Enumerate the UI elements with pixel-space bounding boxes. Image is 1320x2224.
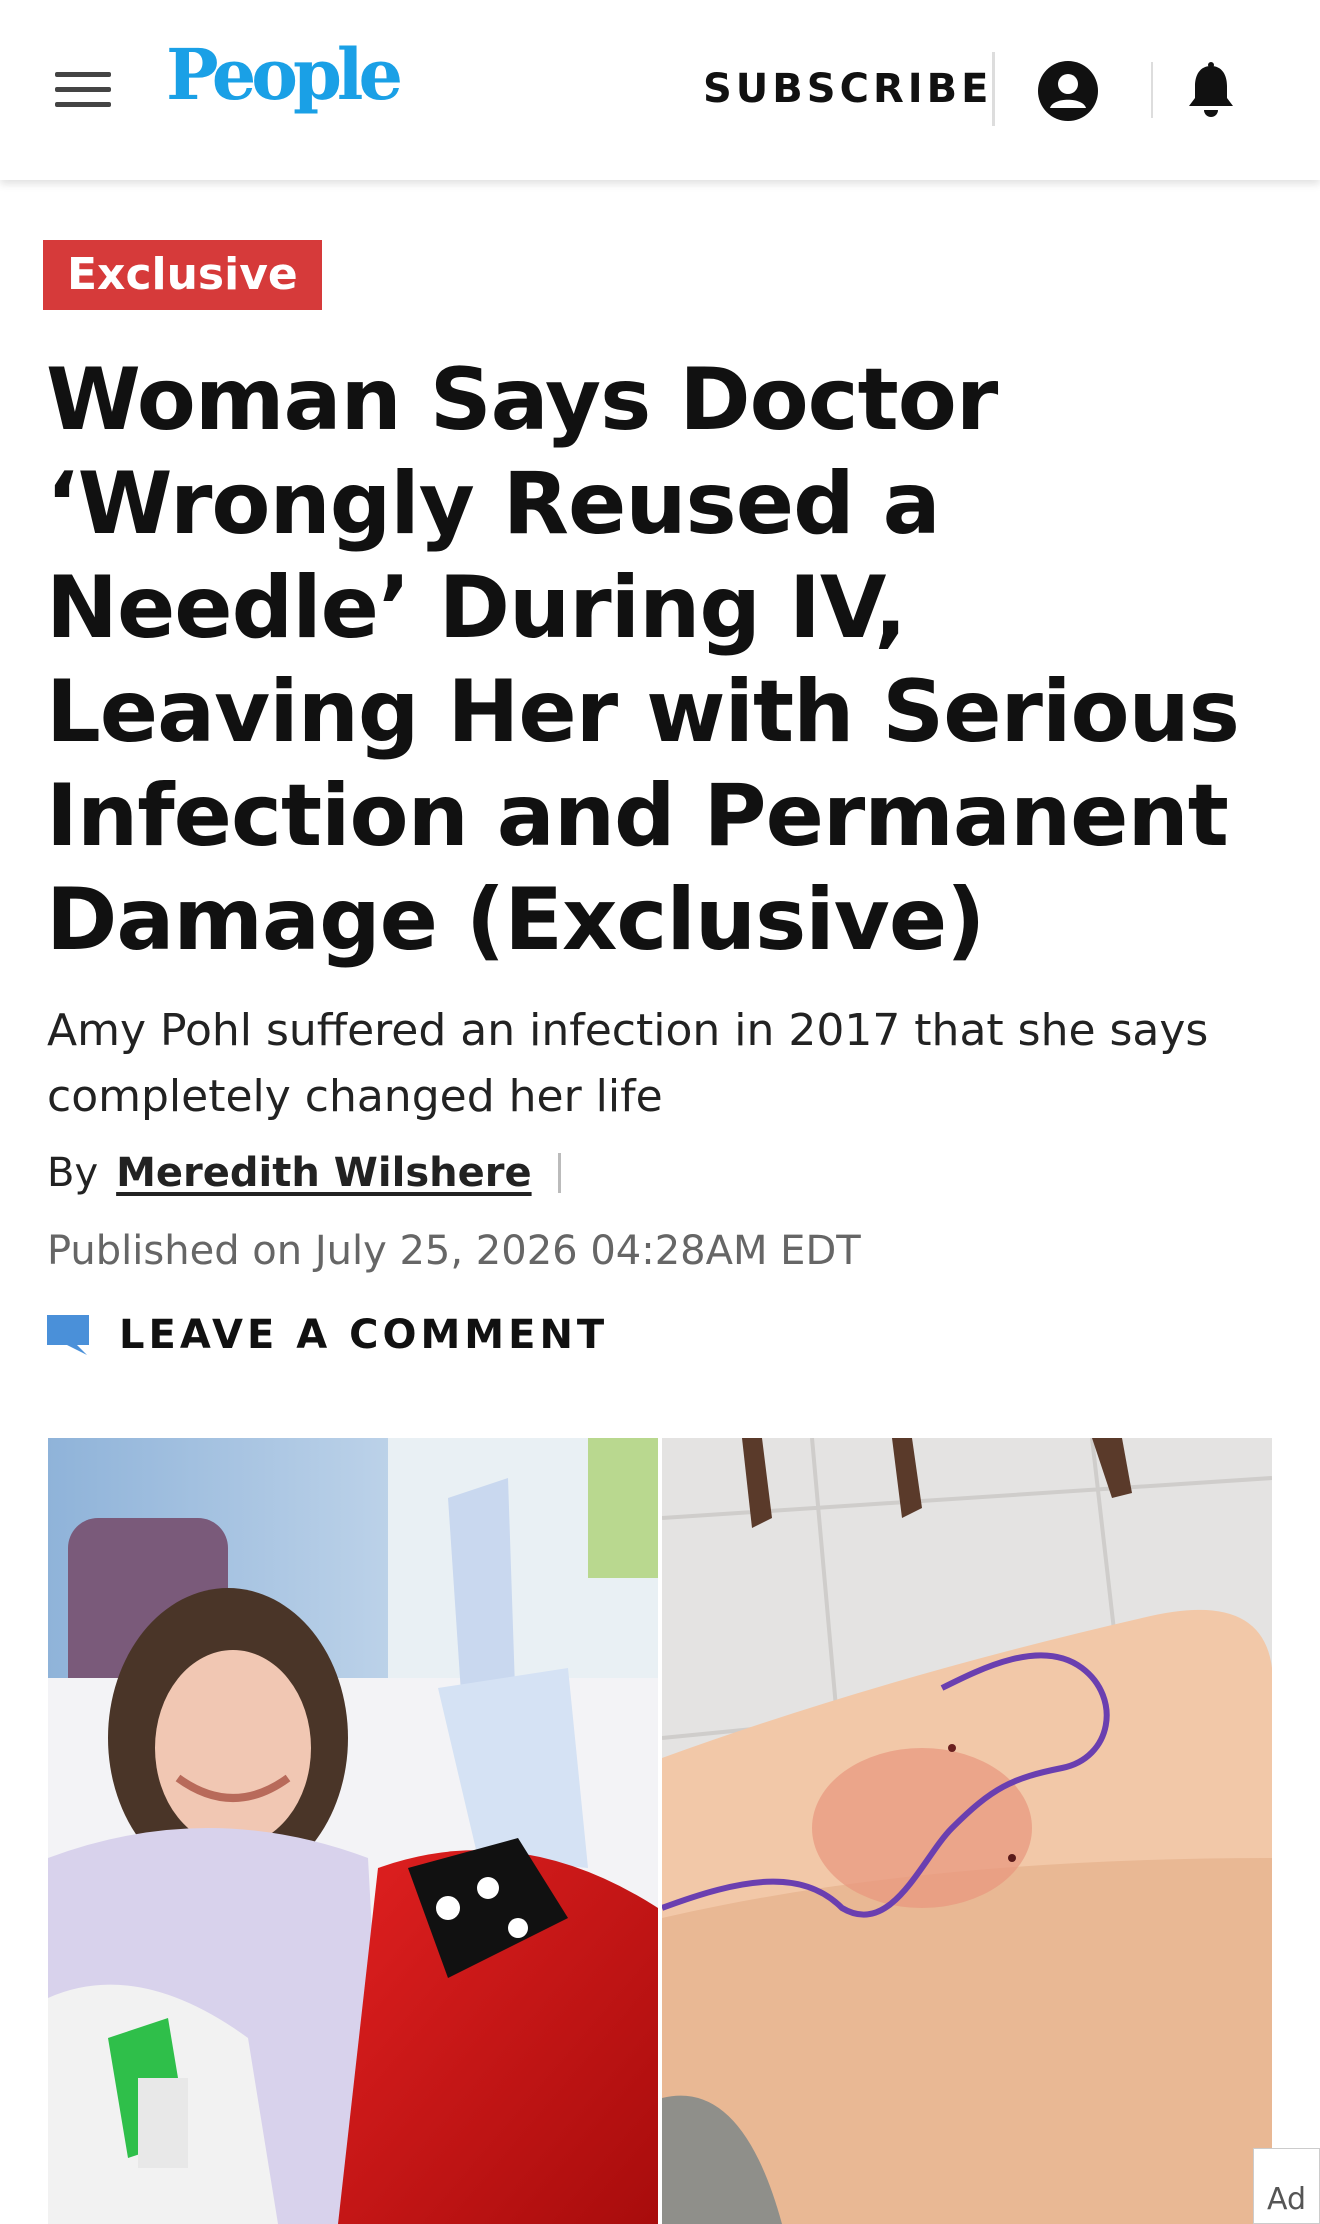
infected-hand-photo (662, 1438, 1272, 2224)
article-headline: Woman Says Doctor ‘Wrongly Reused a Need… (46, 350, 1240, 970)
bell-icon[interactable] (1185, 62, 1237, 120)
byline-divider (557, 1153, 561, 1193)
exclusive-badge[interactable]: Exclusive (43, 240, 322, 310)
subscribe-button[interactable]: SUBSCRIBE (703, 66, 992, 112)
header-divider (1151, 62, 1153, 118)
author-link[interactable]: Meredith Wilshere (116, 1150, 531, 1196)
hospital-bed-photo (48, 1438, 658, 2224)
header-divider (992, 52, 995, 126)
article-subhead: Amy Pohl suffered an infection in 2017 t… (47, 1005, 1209, 1122)
site-logo[interactable]: People (166, 40, 403, 110)
article-hero-image[interactable] (48, 1438, 1272, 2224)
ad-label[interactable]: Ad (1253, 2148, 1320, 2224)
byline-prefix: By (47, 1150, 99, 1196)
leave-comment-button[interactable]: LEAVE A COMMENT (47, 1312, 608, 1358)
leave-comment-label: LEAVE A COMMENT (119, 1312, 609, 1358)
site-header: People SUBSCRIBE (0, 0, 1320, 180)
published-date: Published on July 25, 2026 04:28AM EDT (47, 1228, 861, 1274)
account-icon[interactable] (1037, 60, 1099, 122)
menu-icon[interactable] (55, 72, 111, 108)
speech-bubble-icon (47, 1315, 89, 1355)
byline: By Meredith Wilshere (47, 1150, 561, 1196)
